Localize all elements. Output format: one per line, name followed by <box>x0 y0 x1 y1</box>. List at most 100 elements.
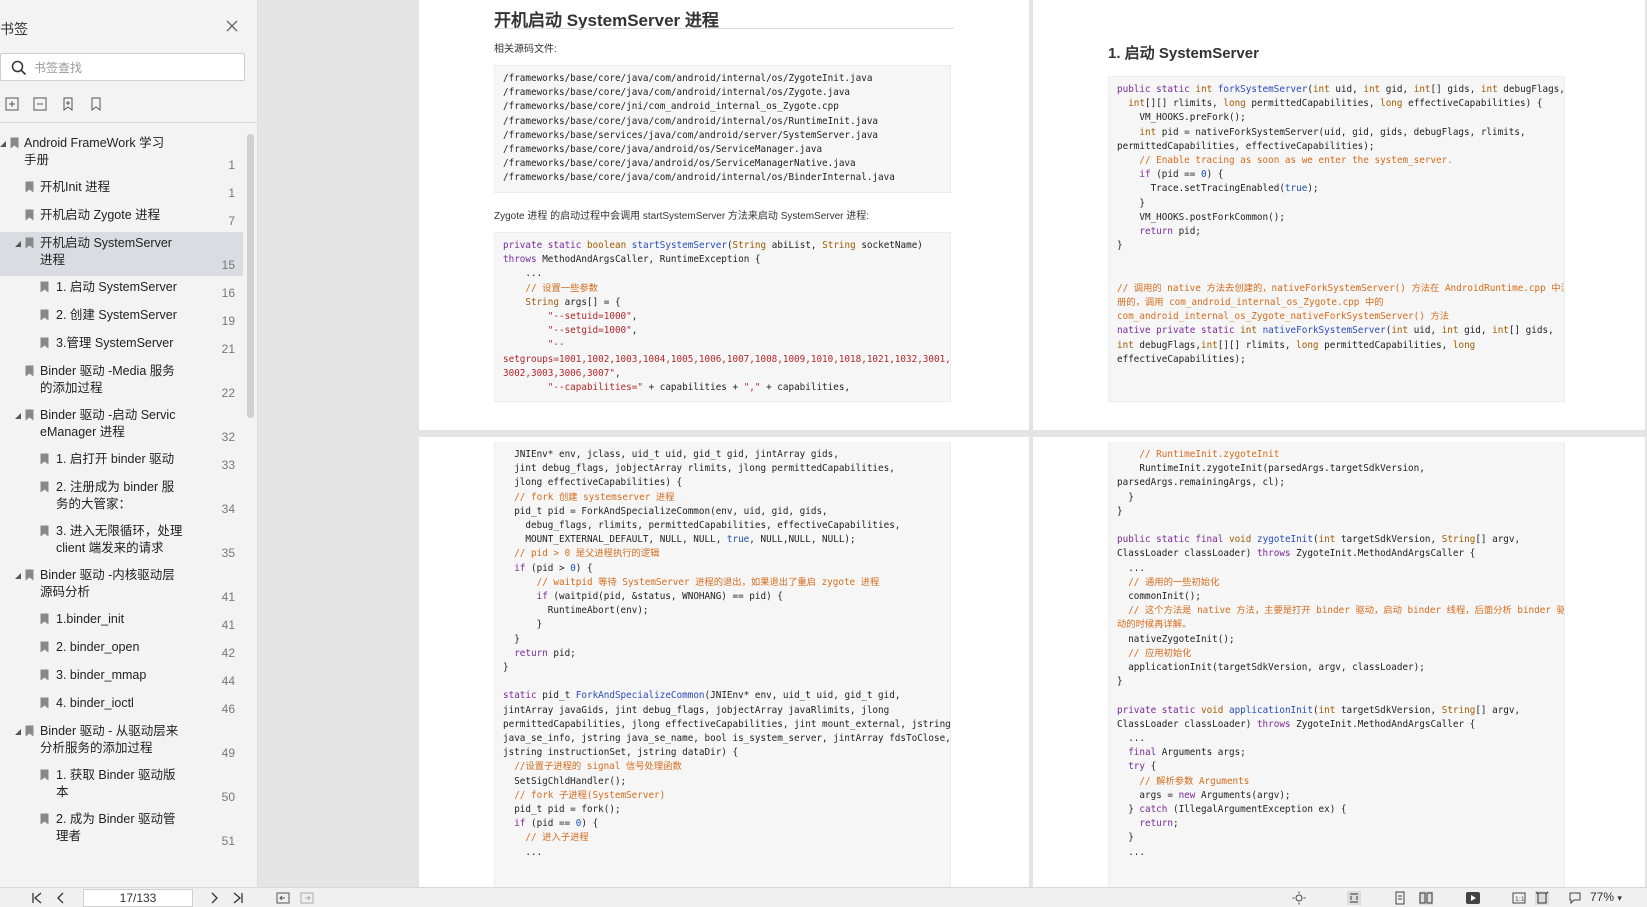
pdf-page: JNIEnv* env, jclass, uid_t uid, gid_t gi… <box>419 437 1029 887</box>
play-icon[interactable] <box>1466 891 1480 905</box>
zoom-level[interactable]: 77% ▾ <box>1590 890 1622 904</box>
related-files-label: 相关源码文件: <box>494 44 557 55</box>
bookmark-label-line: 务的大管家： <box>56 497 132 511</box>
bookmark-label: 2. binder_open <box>56 639 139 656</box>
bookmark-page-number: 34 <box>221 502 235 516</box>
svg-text:1:1: 1:1 <box>1515 896 1525 903</box>
heading-rule <box>494 28 954 29</box>
bookmark-item[interactable]: Binder 驱动 -内核驱动层 源码分析 41 <box>0 564 243 608</box>
last-page-icon[interactable] <box>231 891 245 905</box>
bookmark-item[interactable]: 1. 启动 SystemServer 16 <box>0 276 243 304</box>
bookmark-page-number: 50 <box>221 790 235 804</box>
bookmark-label-line: 开机启动 Zygote 进程 <box>40 208 161 222</box>
bookmark-item[interactable]: Binder 驱动 -启动 Servic eManager 进程 32 <box>0 404 243 448</box>
bookmark-page-number: 41 <box>221 618 235 632</box>
bookmark-page-number: 1 <box>228 186 235 200</box>
bookmark-search-input[interactable] <box>34 58 234 77</box>
source-file-path: /frameworks/base/services/java/com/andro… <box>503 129 879 141</box>
code-block: public static int forkSystemServer(int u… <box>1108 76 1565 402</box>
bookmark-icon <box>40 337 49 349</box>
bookmark-item[interactable]: Binder 驱动 - 从驱动层来 分析服务的添加过程 49 <box>0 720 243 764</box>
bookmark-item[interactable]: Binder 驱动 -Media 服务 的添加过程 22 <box>0 360 243 404</box>
bookmark-item[interactable]: 2. 注册成为 binder 服务的大管家： 34 <box>0 476 243 520</box>
source-file-path: /frameworks/base/core/java/android/os/Se… <box>503 158 856 170</box>
bookmark-search-box[interactable] <box>0 53 245 81</box>
zoom-value: 77% <box>1590 890 1615 904</box>
bookmark-item[interactable]: 1. 启打开 binder 驱动 33 <box>0 448 243 476</box>
expand-caret-icon[interactable] <box>14 572 22 580</box>
bookmark-item[interactable]: 2. 创建 SystemServer 19 <box>0 304 243 332</box>
bookmark-label: 开机Init 进程 <box>40 179 110 196</box>
source-file-path: /frameworks/base/core/jni/com_android_in… <box>503 101 839 113</box>
actual-size-icon[interactable]: 1:1 <box>1512 891 1526 905</box>
bookmark-item[interactable]: 3.管理 SystemServer 21 <box>0 332 243 360</box>
expand-caret-icon[interactable] <box>14 412 22 420</box>
sidebar-scrollbar[interactable] <box>247 134 254 418</box>
bookmark-item[interactable]: 开机启动 Zygote 进程 7 <box>0 204 243 232</box>
bookmark-page-number: 32 <box>221 430 235 444</box>
bookmark-label-line: Binder 驱动 -内核驱动层 <box>40 568 175 582</box>
expand-caret-icon[interactable] <box>14 240 22 248</box>
page-view-icon[interactable] <box>1393 891 1407 905</box>
bookmark-label-line: client 端发来的请求 <box>56 541 164 555</box>
bookmark-icon[interactable] <box>88 96 104 112</box>
bookmark-label-line: 1. 启动 SystemServer <box>56 280 177 294</box>
bookmark-page-number: 15 <box>221 258 235 272</box>
collapse-all-icon[interactable] <box>32 96 48 112</box>
expand-caret-icon[interactable] <box>0 140 7 148</box>
bookmark-title: 书签 <box>0 21 28 37</box>
bookmark-item[interactable]: 开机Init 进程 1 <box>0 176 243 204</box>
bookmark-item[interactable]: 3. 进入无限循环，处理 client 端发来的请求 35 <box>0 520 243 564</box>
bookmark-header: 书签 <box>0 0 257 54</box>
bookmark-item[interactable]: Android FrameWork 学习 手册 1 <box>0 132 243 176</box>
bookmark-icon <box>40 613 49 625</box>
brightness-icon[interactable] <box>1292 891 1306 905</box>
bookmark-label-line: 进程 <box>40 253 66 267</box>
bookmark-icon <box>25 237 34 249</box>
next-page-icon[interactable] <box>207 891 221 905</box>
close-icon[interactable] <box>224 18 240 34</box>
comment-icon[interactable] <box>1568 891 1582 905</box>
bookmark-icon <box>40 281 49 293</box>
bookmark-page-number: 1 <box>228 158 235 172</box>
intro-paragraph: Zygote 进程 的启动过程中会调用 startSystemServer 方法… <box>494 211 870 222</box>
first-page-icon[interactable] <box>30 891 44 905</box>
forward-icon[interactable] <box>300 891 314 905</box>
bookmark-item[interactable]: 开机启动 SystemServer 进程 15 <box>0 232 243 276</box>
bookmark-item[interactable]: 2. binder_open 42 <box>0 636 243 664</box>
bookmark-icon <box>25 209 34 221</box>
bookmark-item[interactable]: 2. 成为 Binder 驱动管 理者 51 <box>0 808 243 852</box>
search-icon <box>11 60 27 76</box>
bookmark-page-number: 19 <box>221 314 235 328</box>
bookmark-item[interactable]: 4. binder_ioctl 46 <box>0 692 243 720</box>
bookmark-label: 3. binder_mmap <box>56 667 146 684</box>
source-file-path: /frameworks/base/core/java/com/android/i… <box>503 87 851 99</box>
bookmark-item[interactable]: 1.binder_init 41 <box>0 608 243 636</box>
prev-page-icon[interactable] <box>54 891 68 905</box>
bookmark-label-line: 2. binder_open <box>56 640 140 654</box>
bookmark-label: 4. binder_ioctl <box>56 695 134 712</box>
bookmark-icon <box>25 725 34 737</box>
single-page-view-icon[interactable] <box>1347 891 1361 905</box>
bookmark-page-number: 42 <box>221 646 235 660</box>
page-number-input[interactable]: 17/133 <box>83 889 193 907</box>
document-viewport[interactable]: 开机启动 SystemServer 进程 相关源码文件: /frameworks… <box>258 0 1647 887</box>
bookmark-tree: Android FrameWork 学习 手册 1 开机Init 进程 1 开机启动 Zy… <box>0 132 243 852</box>
bookmark-label: 2. 创建 SystemServer <box>56 307 177 324</box>
back-icon[interactable] <box>276 891 290 905</box>
bookmark-item[interactable]: 3. binder_mmap 44 <box>0 664 243 692</box>
bookmark-page-number: 49 <box>221 746 235 760</box>
bookmark-toolbar <box>4 96 104 112</box>
bookmark-page-number: 33 <box>221 458 235 472</box>
expand-all-icon[interactable] <box>4 96 20 112</box>
fit-page-icon[interactable] <box>1535 891 1549 905</box>
divider <box>0 122 257 123</box>
bookmark-label: 开机启动 SystemServer 进程 <box>40 235 172 269</box>
add-bookmark-icon[interactable] <box>60 96 76 112</box>
bookmark-page-number: 44 <box>221 674 235 688</box>
bookmark-label-line: 开机Init 进程 <box>40 180 111 194</box>
bookmark-item[interactable]: 1. 获取 Binder 驱动版本 50 <box>0 764 243 808</box>
bookmark-label: 开机启动 Zygote 进程 <box>40 207 160 224</box>
expand-caret-icon[interactable] <box>14 728 22 736</box>
two-page-view-icon[interactable] <box>1419 891 1433 905</box>
